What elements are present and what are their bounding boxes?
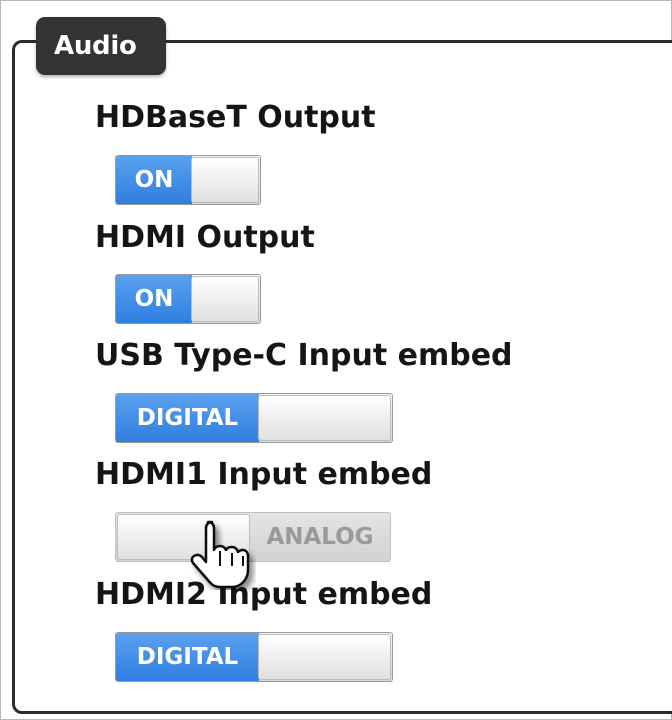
hand-pointer-icon — [190, 520, 250, 589]
label-hdmi1-input-embed: HDMI1 Input embed — [95, 457, 433, 492]
toggle-on-text: DIGITAL — [116, 633, 259, 681]
toggle-hdmi-output[interactable]: ON — [115, 274, 261, 324]
toggle-on-text: ON — [116, 156, 192, 204]
toggle-usb-typec-input-embed[interactable]: DIGITAL — [115, 393, 393, 443]
audio-panel — [12, 40, 672, 714]
toggle-knob — [258, 634, 391, 680]
label-hdmi-output: HDMI Output — [95, 220, 315, 255]
toggle-hdbaset-output[interactable]: ON — [115, 155, 261, 205]
label-hdbaset-output: HDBaseT Output — [95, 100, 376, 135]
label-usb-typec-input-embed: USB Type-C Input embed — [95, 338, 513, 373]
panel-title: Audio — [36, 17, 166, 75]
toggle-on-text: ON — [116, 275, 192, 323]
toggle-off-text: ANALOG — [266, 524, 374, 550]
toggle-hdmi2-input-embed[interactable]: DIGITAL — [115, 632, 393, 682]
toggle-on-text: DIGITAL — [116, 394, 259, 442]
toggle-knob — [191, 276, 259, 322]
toggle-knob — [191, 157, 259, 203]
toggle-knob — [258, 395, 391, 441]
label-hdmi2-input-embed: HDMI2 Input embed — [95, 577, 433, 612]
